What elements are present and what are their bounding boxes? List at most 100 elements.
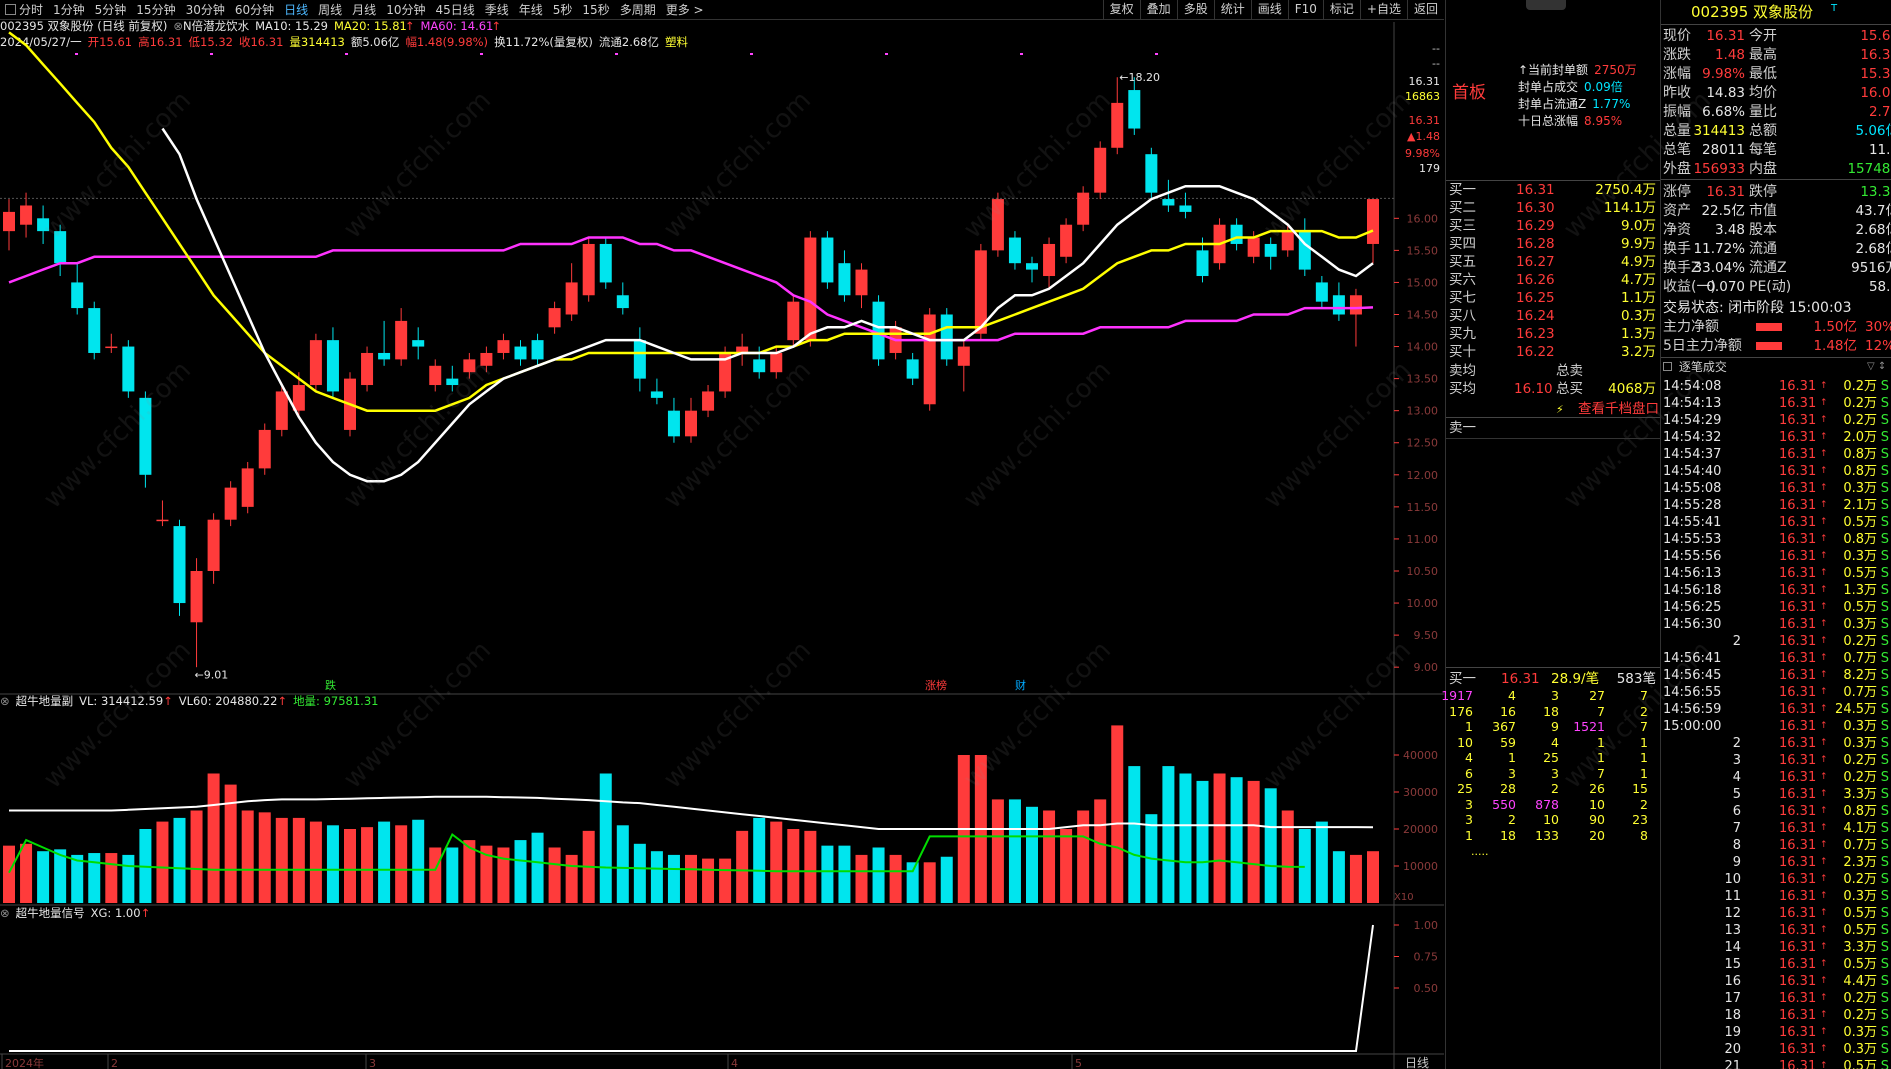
candle[interactable] — [241, 461, 254, 514]
candle[interactable] — [173, 519, 186, 616]
volume-bar[interactable] — [190, 810, 203, 904]
volume-bar[interactable] — [1213, 773, 1226, 904]
bid-price[interactable]: 16.30 — [1516, 199, 1555, 217]
volume-bar[interactable] — [309, 821, 322, 903]
candle[interactable] — [838, 250, 851, 302]
volume-bar[interactable] — [378, 821, 391, 903]
volume-bar[interactable] — [1247, 780, 1260, 903]
volume-bar[interactable] — [702, 858, 715, 903]
volume-bar[interactable] — [633, 843, 646, 903]
candle[interactable] — [105, 333, 118, 353]
volume-bar[interactable] — [412, 819, 425, 903]
candle[interactable] — [650, 378, 663, 405]
candle[interactable] — [1315, 276, 1328, 309]
candle[interactable] — [804, 231, 817, 347]
volume-bar[interactable] — [548, 847, 561, 904]
volume-bar[interactable] — [1332, 851, 1345, 903]
candle[interactable] — [480, 346, 493, 373]
volume-bar[interactable] — [787, 829, 800, 903]
bid-price[interactable]: 16.24 — [1516, 307, 1555, 325]
candle[interactable] — [685, 397, 697, 443]
candle[interactable] — [71, 263, 84, 315]
depth-link[interactable]: ⚡ 查看千档盘口 — [1556, 400, 1659, 418]
candle[interactable] — [207, 513, 220, 584]
candle[interactable] — [54, 224, 67, 277]
volume-bar[interactable] — [446, 847, 459, 904]
candle[interactable] — [3, 199, 15, 251]
candle[interactable] — [906, 352, 919, 386]
candle[interactable] — [582, 237, 595, 302]
bid-price[interactable]: 16.31 — [1516, 181, 1555, 199]
volume-bar[interactable] — [292, 817, 305, 903]
candle[interactable] — [702, 385, 715, 418]
volume-bar[interactable] — [1367, 851, 1379, 903]
candle[interactable] — [412, 327, 425, 360]
volume-bar[interactable] — [685, 854, 697, 903]
candle[interactable] — [1128, 77, 1141, 135]
candle[interactable] — [957, 340, 970, 392]
candle[interactable] — [531, 333, 544, 366]
candle[interactable] — [139, 391, 152, 488]
volume-bar[interactable] — [923, 862, 936, 903]
volume-bar[interactable] — [736, 830, 749, 903]
volume-bar[interactable] — [1315, 821, 1328, 903]
candle[interactable] — [616, 282, 629, 315]
candle[interactable] — [1349, 288, 1362, 347]
volume-bar[interactable] — [1230, 777, 1243, 903]
volume-bar[interactable] — [906, 862, 919, 903]
volume-bar[interactable] — [429, 847, 442, 904]
volume-bar[interactable] — [616, 825, 629, 903]
candle[interactable] — [548, 301, 561, 334]
volume-bar[interactable] — [275, 817, 288, 903]
candle[interactable] — [224, 481, 237, 527]
candle[interactable] — [1077, 186, 1090, 232]
bid-price[interactable]: 16.27 — [1516, 253, 1555, 271]
volume-bar[interactable] — [667, 854, 680, 903]
candle[interactable] — [20, 192, 33, 238]
volume-bar[interactable] — [1094, 799, 1107, 903]
candle[interactable] — [1111, 77, 1124, 155]
volume-bar[interactable] — [991, 799, 1004, 903]
ticks-menu-icon[interactable]: ▽ ↕ — [1867, 359, 1886, 375]
volume-bar[interactable] — [1179, 773, 1192, 904]
volume-bar[interactable] — [565, 854, 578, 903]
volume-bar[interactable] — [395, 825, 408, 903]
volume-bar[interactable] — [105, 853, 118, 903]
stock-title[interactable]: 002395 双象股份 — [1691, 3, 1813, 21]
candle[interactable] — [326, 327, 339, 398]
candle[interactable] — [190, 558, 203, 668]
panel-collapse-handle[interactable] — [1526, 0, 1566, 10]
candle[interactable] — [923, 308, 936, 411]
candle[interactable] — [1264, 237, 1277, 270]
candle[interactable] — [361, 346, 374, 392]
volume-bar[interactable] — [753, 817, 766, 903]
candle[interactable] — [1230, 218, 1243, 251]
volume-bar[interactable] — [1008, 799, 1021, 903]
volume-bar[interactable] — [156, 821, 169, 903]
candle[interactable] — [378, 320, 391, 366]
candle[interactable] — [258, 423, 271, 475]
candle[interactable] — [855, 263, 868, 309]
candle[interactable] — [1145, 147, 1158, 200]
candle[interactable] — [1008, 231, 1021, 270]
volume-bar[interactable] — [258, 812, 271, 903]
volume-bar[interactable] — [88, 853, 101, 903]
volume-bar[interactable] — [1111, 725, 1124, 903]
volume-bar[interactable] — [207, 773, 220, 904]
volume-bar[interactable] — [821, 845, 834, 903]
volume-bar[interactable] — [1060, 829, 1073, 903]
candle[interactable] — [633, 327, 646, 392]
volume-bar[interactable] — [889, 854, 902, 903]
volume-bar[interactable] — [173, 817, 186, 903]
candle[interactable] — [37, 205, 50, 244]
volume-bar[interactable] — [241, 810, 254, 904]
volume-bar[interactable] — [770, 821, 783, 903]
candle[interactable] — [719, 346, 732, 398]
candle[interactable] — [429, 359, 442, 392]
volume-bar[interactable] — [497, 847, 510, 904]
candle[interactable] — [88, 301, 101, 360]
candle[interactable] — [514, 340, 527, 366]
candle[interactable] — [309, 333, 322, 392]
queue-more[interactable]: ..... — [1471, 843, 1488, 861]
candle[interactable] — [736, 333, 749, 366]
